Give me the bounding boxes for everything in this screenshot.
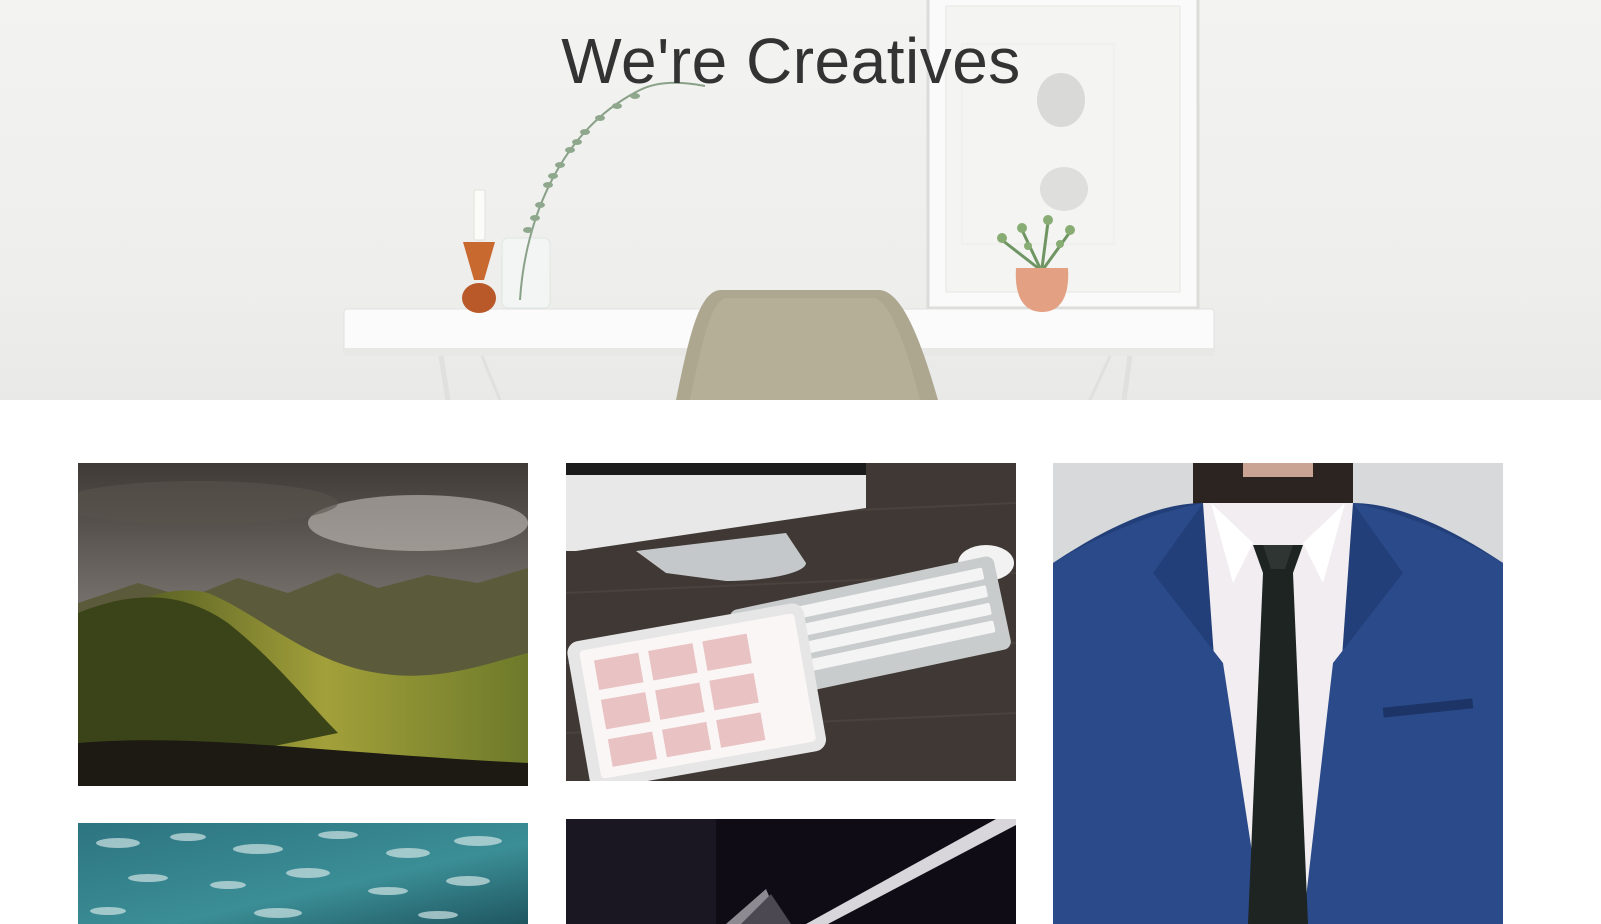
gallery-item-dark-abstract[interactable] [566,819,1016,924]
gallery-item-business-suit[interactable] [1053,463,1503,924]
chair [676,290,938,400]
hero-banner: We're Creatives [0,0,1601,400]
mountain-landscape-image [78,463,528,786]
candle-holder [462,189,496,313]
gallery-item-desk-setup[interactable] [566,463,1016,781]
gallery-item-mountain-valley[interactable] [78,463,528,786]
aerial-ocean-image [78,823,528,924]
gallery-item-aerial-ocean[interactable] [78,823,528,924]
portfolio-gallery [0,400,1601,924]
eucalyptus-branch [501,81,706,309]
man-suit-image [1053,463,1503,924]
hero-title: We're Creatives [561,25,1021,97]
dark-abstract-image [566,819,1016,924]
desk-keyboard-image [566,463,1016,781]
